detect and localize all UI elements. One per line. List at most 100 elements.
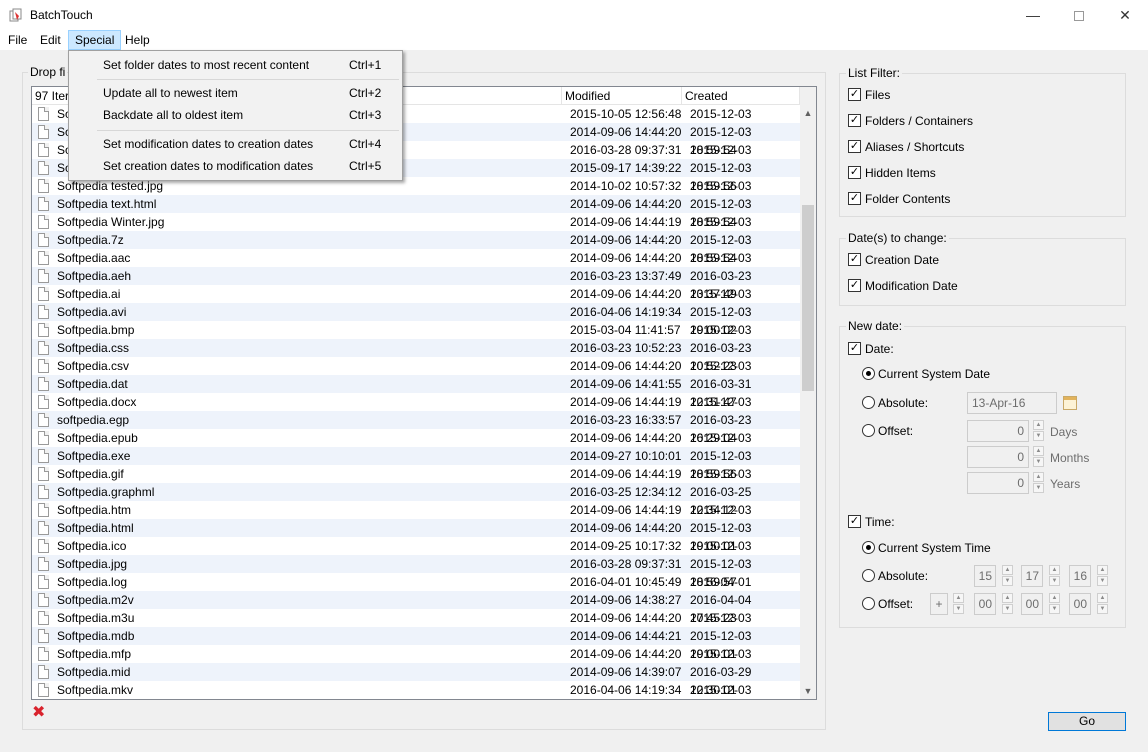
modification-date-checkbox[interactable]: ✓ bbox=[848, 279, 861, 292]
menu-backdate-all-oldest[interactable]: Backdate all to oldest item Ctrl+3 bbox=[70, 104, 401, 126]
table-row[interactable]: softpedia.egp 2016-03-23 16:33:57 2016-03-… bbox=[32, 411, 800, 445]
close-button[interactable]: ✕ bbox=[1102, 0, 1148, 30]
table-row[interactable]: Softpedia.log 2016-04-01 10:45:49 2016-04-… bbox=[32, 573, 800, 607]
absolute-hour-field[interactable]: 15 bbox=[974, 565, 996, 587]
filter-folders-checkbox[interactable]: ✓ bbox=[848, 114, 861, 127]
menu-creation-to-mod[interactable]: Set creation dates to modification dates… bbox=[70, 155, 401, 177]
offset-sign-field[interactable]: + bbox=[930, 593, 948, 615]
offset-date-radio[interactable] bbox=[862, 424, 875, 437]
spin-down-icon[interactable]: ▼ bbox=[1097, 604, 1108, 614]
header-created[interactable]: Created bbox=[682, 87, 800, 105]
table-row[interactable]: Softpedia.mkv 2016-04-06 14:19:34 2015-12-… bbox=[32, 681, 800, 699]
clear-list-icon[interactable]: ✖ bbox=[32, 705, 46, 721]
spin-down-icon[interactable]: ▼ bbox=[1049, 576, 1060, 586]
table-row[interactable]: Softpedia.mdb 2014-09-06 14:44:21 2015-12-… bbox=[32, 627, 800, 661]
go-button[interactable]: Go bbox=[1048, 712, 1126, 731]
table-row[interactable]: Softpedia.ai 2014-09-06 14:44:20 2015-12-0… bbox=[32, 285, 800, 319]
minimize-button[interactable]: — bbox=[1010, 0, 1056, 30]
spin-up-icon[interactable]: ▲ bbox=[1033, 420, 1044, 430]
menu-mod-to-creation[interactable]: Set modification dates to creation dates… bbox=[70, 133, 401, 155]
offset-years-field[interactable]: 0 bbox=[967, 472, 1029, 494]
spin-up-icon[interactable]: ▲ bbox=[1097, 565, 1108, 575]
offset-second-field[interactable]: 00 bbox=[1069, 593, 1091, 615]
absolute-date-field[interactable]: 13-Apr-16 bbox=[967, 392, 1057, 414]
table-row[interactable]: Softpedia.csv 2014-09-06 14:44:20 2015-12-… bbox=[32, 357, 800, 391]
table-row[interactable]: Softpedia.m3u 2014-09-06 14:44:20 2015-12-… bbox=[32, 609, 800, 643]
spin-down-icon[interactable]: ▼ bbox=[1033, 431, 1044, 441]
absolute-second-stepper[interactable]: ▲ ▼ bbox=[1097, 565, 1108, 587]
menu-help[interactable]: Help bbox=[119, 30, 156, 50]
spin-up-icon[interactable]: ▲ bbox=[1049, 593, 1060, 603]
spin-down-icon[interactable]: ▼ bbox=[1049, 604, 1060, 614]
current-system-time-radio[interactable] bbox=[862, 541, 875, 554]
offset-hour-field[interactable]: 00 bbox=[974, 593, 996, 615]
offset-months-field[interactable]: 0 bbox=[967, 446, 1029, 468]
menu-special[interactable]: Special bbox=[68, 30, 122, 50]
offset-minute-field[interactable]: 00 bbox=[1021, 593, 1043, 615]
calendar-icon[interactable] bbox=[1063, 396, 1077, 410]
table-row[interactable]: Softpedia.dat 2014-09-06 14:41:55 2016-03-… bbox=[32, 375, 800, 409]
table-row[interactable]: Softpedia.aac 2014-09-06 14:44:20 2015-12-… bbox=[32, 249, 800, 283]
vertical-scrollbar[interactable]: ▲ ▼ bbox=[800, 87, 816, 699]
table-row[interactable]: Softpedia.m2v 2014-09-06 14:38:27 2016-04-… bbox=[32, 591, 800, 625]
absolute-minute-field[interactable]: 17 bbox=[1021, 565, 1043, 587]
offset-days-stepper[interactable]: ▲ ▼ bbox=[1033, 420, 1044, 442]
header-modified[interactable]: Modified bbox=[562, 87, 682, 105]
spin-down-icon[interactable]: ▼ bbox=[953, 604, 964, 614]
spin-up-icon[interactable]: ▲ bbox=[1033, 472, 1044, 482]
offset-years-stepper[interactable]: ▲ ▼ bbox=[1033, 472, 1044, 494]
offset-minute-stepper[interactable]: ▲ ▼ bbox=[1049, 593, 1060, 615]
menu-update-all-newest[interactable]: Update all to newest item Ctrl+2 bbox=[70, 82, 401, 104]
spin-down-icon[interactable]: ▼ bbox=[1033, 483, 1044, 493]
absolute-date-radio[interactable] bbox=[862, 396, 875, 409]
absolute-hour-stepper[interactable]: ▲ ▼ bbox=[1002, 565, 1013, 587]
table-row[interactable]: Softpedia.htm 2014-09-06 14:44:19 2015-12-… bbox=[32, 501, 800, 535]
spin-up-icon[interactable]: ▲ bbox=[953, 593, 964, 603]
table-row[interactable]: Softpedia.ico 2014-09-25 10:17:32 2015-12-… bbox=[32, 537, 800, 571]
menu-set-folder-dates[interactable]: Set folder dates to most recent content … bbox=[70, 54, 401, 76]
table-row[interactable]: Softpedia Winter.jpg 2014-09-06 14:44:19 2… bbox=[32, 213, 800, 247]
filter-files-checkbox[interactable]: ✓ bbox=[848, 88, 861, 101]
table-row[interactable]: Softpedia.exe 2014-09-27 10:10:01 2015-12-… bbox=[32, 447, 800, 481]
maximize-button[interactable] bbox=[1056, 0, 1102, 30]
spin-up-icon[interactable]: ▲ bbox=[1049, 565, 1060, 575]
table-row[interactable]: Softpedia.docx 2014-09-06 14:44:19 2015-12… bbox=[32, 393, 800, 427]
spin-up-icon[interactable]: ▲ bbox=[1033, 446, 1044, 456]
current-system-date-radio[interactable] bbox=[862, 367, 875, 380]
spin-up-icon[interactable]: ▲ bbox=[1097, 593, 1108, 603]
table-row[interactable]: Softpedia.mid 2014-09-06 14:39:07 2016-03-… bbox=[32, 663, 800, 697]
menu-file[interactable]: File bbox=[2, 30, 33, 50]
filter-hidden-checkbox[interactable]: ✓ bbox=[848, 166, 861, 179]
table-row[interactable]: Softpedia text.html 2014-09-06 14:44:20 20… bbox=[32, 195, 800, 229]
spin-up-icon[interactable]: ▲ bbox=[1002, 565, 1013, 575]
scroll-thumb[interactable] bbox=[802, 205, 814, 391]
filter-folder-contents-checkbox[interactable]: ✓ bbox=[848, 192, 861, 205]
table-row[interactable]: Softpedia.bmp 2015-03-04 11:41:57 2015-12-… bbox=[32, 321, 800, 355]
table-row[interactable]: Softpedia.graphml 2016-03-25 12:34:12 2016… bbox=[32, 483, 800, 517]
spin-down-icon[interactable]: ▼ bbox=[1002, 576, 1013, 586]
spin-down-icon[interactable]: ▼ bbox=[1033, 457, 1044, 467]
scroll-down-icon[interactable]: ▼ bbox=[800, 683, 816, 699]
table-row[interactable]: Softpedia.mfp 2014-09-06 14:44:20 2015-12-… bbox=[32, 645, 800, 679]
offset-second-stepper[interactable]: ▲ ▼ bbox=[1097, 593, 1108, 615]
table-row[interactable]: Softpedia.css 2016-03-23 10:52:23 2016-03-… bbox=[32, 339, 800, 373]
absolute-second-field[interactable]: 16 bbox=[1069, 565, 1091, 587]
time-enable-checkbox[interactable]: ✓ bbox=[848, 515, 861, 528]
table-row[interactable]: Softpedia.epub 2014-09-06 14:44:20 2015-12… bbox=[32, 429, 800, 463]
absolute-time-radio[interactable] bbox=[862, 569, 875, 582]
spin-up-icon[interactable]: ▲ bbox=[1002, 593, 1013, 603]
offset-days-field[interactable]: 0 bbox=[967, 420, 1029, 442]
table-row[interactable]: Softpedia.gif 2014-09-06 14:44:19 2015-12-… bbox=[32, 465, 800, 499]
table-row[interactable]: Softpedia.html 2014-09-06 14:44:20 2015-12… bbox=[32, 519, 800, 553]
absolute-minute-stepper[interactable]: ▲ ▼ bbox=[1049, 565, 1060, 587]
table-row[interactable]: Softpedia.aeh 2016-03-23 13:37:49 2016-03-… bbox=[32, 267, 800, 301]
offset-hour-stepper[interactable]: ▲ ▼ bbox=[1002, 593, 1013, 615]
table-row[interactable]: Softpedia.jpg 2016-03-28 09:37:31 2015-12-… bbox=[32, 555, 800, 589]
table-row[interactable]: Softpedia.avi 2016-04-06 14:19:34 2015-12-… bbox=[32, 303, 800, 337]
spin-down-icon[interactable]: ▼ bbox=[1002, 604, 1013, 614]
menu-edit[interactable]: Edit bbox=[34, 30, 67, 50]
date-enable-checkbox[interactable]: ✓ bbox=[848, 342, 861, 355]
filter-aliases-checkbox[interactable]: ✓ bbox=[848, 140, 861, 153]
scroll-up-icon[interactable]: ▲ bbox=[800, 105, 816, 121]
table-row[interactable]: Softpedia.7z 2014-09-06 14:44:20 2015-12-0… bbox=[32, 231, 800, 265]
